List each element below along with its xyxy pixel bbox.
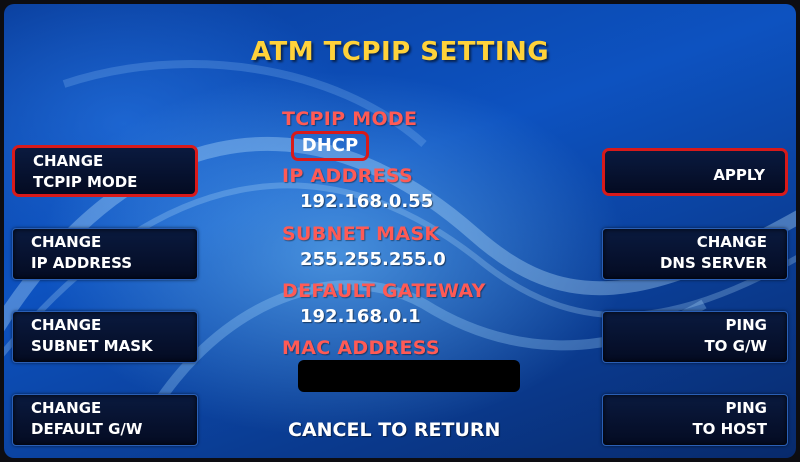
button-label-line2: TO G/W (704, 337, 767, 355)
screen-title: ATM TCPIP SETTING (250, 37, 550, 67)
tcpip-mode-value: DHCP (291, 131, 369, 161)
ip-address-label: IP ADDRESS (282, 165, 413, 187)
mac-address-label: MAC ADDRESS (282, 337, 440, 359)
subnet-mask-value: 255.255.255.0 (300, 249, 446, 270)
button-label-line2: DNS SERVER (659, 254, 767, 272)
button-label-line1: PING (725, 399, 767, 417)
tcpip-mode-label: TCPIP MODE (282, 108, 418, 130)
ping-to-gw-button[interactable]: PING TO G/W (602, 311, 788, 363)
ping-to-host-button[interactable]: PING TO HOST (602, 394, 788, 446)
default-gateway-label: DEFAULT GATEWAY (282, 280, 486, 302)
change-dns-server-button[interactable]: CHANGE DNS SERVER (602, 228, 788, 280)
change-tcpip-mode-button[interactable]: CHANGE TCPIP MODE (12, 145, 198, 197)
button-label-line2: IP ADDRESS (31, 254, 133, 272)
button-label-line1: CHANGE (696, 233, 767, 251)
button-label-line2: SUBNET MASK (31, 337, 153, 355)
ip-address-value: 192.168.0.55 (300, 191, 434, 212)
atm-screen: ATM TCPIP SETTING CHANGE TCPIP MODE CHAN… (4, 4, 796, 458)
button-label-line1: CHANGE (33, 152, 104, 170)
change-subnet-mask-button[interactable]: CHANGE SUBNET MASK (12, 311, 198, 363)
button-label-line1: CHANGE (31, 316, 102, 334)
button-label-line2: DEFAULT G/W (31, 420, 143, 438)
change-ip-address-button[interactable]: CHANGE IP ADDRESS (12, 228, 198, 280)
button-label-line1: CHANGE (31, 233, 102, 251)
subnet-mask-label: SUBNET MASK (282, 223, 440, 245)
mac-address-redacted (298, 360, 520, 392)
cancel-to-return-text: CANCEL TO RETURN (288, 419, 501, 441)
button-label-line1: CHANGE (31, 399, 102, 417)
button-label-line2: TO HOST (692, 420, 767, 438)
button-label-line1: PING (725, 316, 767, 334)
default-gateway-value: 192.168.0.1 (300, 306, 421, 327)
button-label: APPLY (713, 166, 765, 184)
change-default-gw-button[interactable]: CHANGE DEFAULT G/W (12, 394, 198, 446)
apply-button[interactable]: APPLY (602, 148, 788, 196)
button-label-line2: TCPIP MODE (33, 173, 138, 191)
